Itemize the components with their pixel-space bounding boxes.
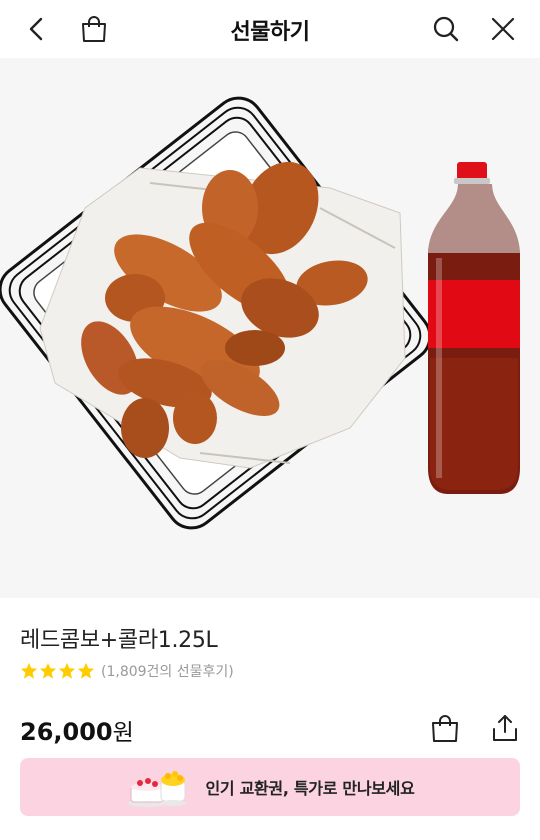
cola-bottle [428,162,520,494]
price-unit: 원 [112,720,134,746]
search-button[interactable] [426,9,466,49]
promo-text: 인기 교환권, 특가로 만나보세요 [205,779,415,798]
product-price: 26,000원 [20,713,134,747]
rating-row[interactable]: (1,809건의 선물후기) [20,661,234,681]
price-value: 26,000 [20,718,113,746]
product-name: 레드콤보+콜라1.25L [20,628,218,653]
shopping-bag-icon [432,715,458,742]
top-bar: 선물하기 [0,0,540,58]
add-to-bag-button[interactable] [427,710,463,746]
share-button[interactable] [487,710,523,746]
star-icon [77,662,95,679]
share-icon [493,715,517,741]
star-rating [20,662,96,680]
product-image [0,58,540,598]
cake-gift-icon [128,771,187,807]
promo-banner[interactable]: 인기 교환권, 특가로 만나보세요 [20,758,520,816]
star-icon [39,662,57,679]
close-button[interactable] [483,9,523,49]
search-icon [433,16,459,42]
star-icon [20,662,38,679]
star-icon [58,662,76,679]
close-icon [491,17,515,41]
review-count-link[interactable]: (1,809건의 선물후기) [101,661,234,681]
